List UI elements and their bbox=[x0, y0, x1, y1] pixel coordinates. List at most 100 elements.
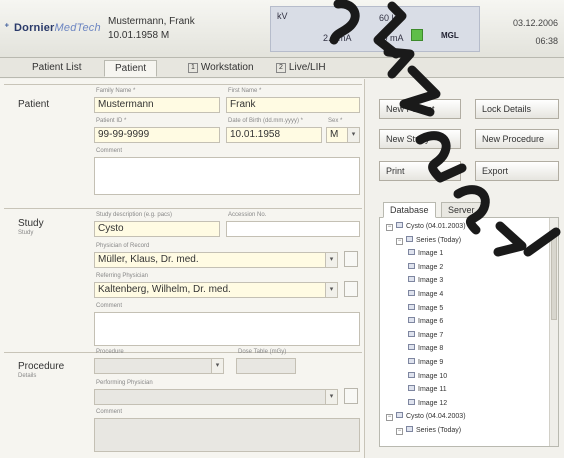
patient-comment-label: Comment bbox=[96, 148, 123, 154]
image-icon bbox=[408, 249, 415, 256]
tree-image-item[interactable]: Image 12 bbox=[408, 398, 447, 409]
referring-value: Kaltenberg, Wilhelm, Dr. med. bbox=[98, 284, 231, 295]
tree-study-item[interactable]: − Cysto (04.04.2003) bbox=[386, 412, 466, 422]
performing-physician-select[interactable]: ▾ bbox=[94, 389, 338, 405]
chevron-down-icon[interactable]: ▾ bbox=[325, 253, 337, 267]
dob-label: Date of Birth (dd.mm.yyyy) * bbox=[228, 118, 304, 124]
performing-physician-label: Performing Physician bbox=[96, 380, 153, 386]
study-description-field[interactable]: Cysto bbox=[94, 221, 220, 237]
folder-icon bbox=[396, 412, 403, 419]
dob-field[interactable]: 10.01.1958 bbox=[226, 127, 322, 143]
referring-label: Referring Physician bbox=[96, 273, 149, 279]
current-patient-card[interactable]: Mustermann, Frank 10.01.1958 M bbox=[108, 16, 268, 41]
study-tree[interactable]: − Cysto (04.01.2003) − Series (Today) Image … bbox=[379, 217, 559, 447]
tree-series-item[interactable]: − Series (Today) bbox=[396, 235, 462, 246]
chevron-down-icon[interactable]: ▾ bbox=[211, 359, 223, 373]
tree-item-label: Cysto (04.04.2003) bbox=[406, 413, 466, 421]
tree-item-label: Series (Today) bbox=[416, 236, 462, 244]
tree-image-item[interactable]: Image 2 bbox=[408, 262, 443, 273]
main-tabs: Patient List Patient 1 Workstation 2 Live/… bbox=[0, 58, 564, 78]
image-icon bbox=[408, 344, 415, 351]
tree-image-item[interactable]: Image 4 bbox=[408, 290, 443, 300]
collapse-toggle-icon[interactable]: − bbox=[386, 224, 393, 231]
actions-panel: New Patient Lock Details New Study New P… bbox=[364, 79, 564, 458]
new-study-button[interactable]: New Study bbox=[379, 129, 461, 149]
mode-indicator: MGL bbox=[441, 31, 459, 40]
tab-workstation[interactable]: 1 Workstation bbox=[178, 60, 264, 77]
family-name-field[interactable]: Mustermann bbox=[94, 97, 220, 113]
patient-comment-field[interactable] bbox=[94, 157, 360, 195]
procedure-section: Procedure Details Procedure ▾ Dose Table… bbox=[4, 349, 362, 456]
logo-suffix: MedTech bbox=[54, 22, 101, 34]
first-name-field[interactable]: Frank bbox=[226, 97, 360, 113]
tab-patient[interactable]: Patient bbox=[104, 60, 158, 77]
tree-item-label: Image 10 bbox=[418, 372, 448, 380]
tree-scrollbar[interactable] bbox=[549, 218, 558, 446]
image-icon bbox=[408, 290, 415, 296]
new-patient-button[interactable]: New Patient bbox=[379, 99, 461, 119]
tree-image-item[interactable]: Image 9 bbox=[408, 358, 443, 368]
tree-image-item[interactable]: Image 3 bbox=[408, 276, 443, 286]
patient-form: Patient Family Name * Mustermann First N… bbox=[0, 79, 364, 458]
image-icon bbox=[408, 330, 415, 337]
tab-live-lih[interactable]: 2 Live/LIH bbox=[266, 60, 336, 77]
physician-lookup-button[interactable] bbox=[344, 251, 358, 267]
tree-image-item[interactable]: Image 10 bbox=[408, 371, 448, 382]
tree-image-item[interactable]: Image 6 bbox=[408, 317, 443, 327]
tab-patient-list[interactable]: Patient List bbox=[22, 60, 91, 77]
tree-image-item[interactable]: Image 11 bbox=[408, 385, 447, 395]
tab-database[interactable]: Database bbox=[383, 202, 436, 218]
sex-select[interactable]: M ▾ bbox=[326, 127, 360, 143]
patient-section-title: Patient bbox=[18, 99, 50, 110]
tree-image-item[interactable]: Image 1 bbox=[408, 249, 443, 259]
tree-series-item[interactable]: − Series (Today) bbox=[396, 426, 461, 436]
referring-select[interactable]: Kaltenberg, Wilhelm, Dr. med. ▾ bbox=[94, 282, 338, 298]
sex-label: Sex * bbox=[328, 118, 343, 124]
tree-image-item[interactable]: Image 7 bbox=[408, 330, 444, 341]
tree-study-item[interactable]: − Cysto (04.01.2003) bbox=[386, 222, 466, 232]
mas-readout: 4.0 mA bbox=[375, 33, 404, 43]
physician-select[interactable]: Müller, Klaus, Dr. med. ▾ bbox=[94, 252, 338, 268]
lock-details-button[interactable]: Lock Details bbox=[475, 99, 559, 119]
export-button[interactable]: Export bbox=[475, 161, 559, 181]
folder-icon bbox=[406, 235, 413, 242]
patient-id-field[interactable]: 99-99-9999 bbox=[94, 127, 220, 143]
dornier-logo-icon: ᐩ bbox=[4, 20, 10, 36]
accession-field[interactable] bbox=[226, 221, 360, 237]
study-comment-field[interactable] bbox=[94, 312, 360, 346]
scrollbar-thumb[interactable] bbox=[551, 230, 557, 320]
chevron-down-icon[interactable]: ▾ bbox=[325, 390, 337, 404]
logo-prefix: Dornier bbox=[14, 22, 55, 34]
performing-lookup-button[interactable] bbox=[344, 388, 358, 404]
family-name-label: Family Name * bbox=[96, 88, 136, 94]
print-button[interactable]: Print bbox=[379, 161, 461, 181]
study-comment-label: Comment bbox=[96, 303, 123, 309]
app-logo: DornierMedTech bbox=[14, 22, 101, 34]
app-header: ᐩ DornierMedTech Mustermann, Frank 10.01… bbox=[0, 0, 564, 58]
first-name-label: First Name * bbox=[228, 88, 262, 94]
collapse-toggle-icon[interactable]: − bbox=[396, 237, 403, 245]
physician-value: Müller, Klaus, Dr. med. bbox=[98, 254, 199, 265]
chevron-down-icon[interactable]: ▾ bbox=[347, 128, 359, 142]
tab-server[interactable]: Server bbox=[441, 202, 482, 218]
collapse-toggle-icon[interactable]: − bbox=[386, 414, 393, 422]
tree-item-label: Image 4 bbox=[418, 291, 444, 298]
procedure-section-subtitle: Details bbox=[18, 373, 37, 379]
image-icon bbox=[408, 371, 415, 378]
procedure-select[interactable]: ▾ bbox=[94, 358, 224, 374]
tree-image-item[interactable]: Image 8 bbox=[408, 344, 443, 354]
collapse-toggle-icon[interactable]: − bbox=[396, 428, 403, 435]
tree-item-label: Image 6 bbox=[418, 318, 444, 326]
tree-image-item[interactable]: Image 5 bbox=[408, 303, 443, 314]
tree-item-label: Image 7 bbox=[418, 331, 444, 339]
dose-label: Dose Table (mGy) bbox=[238, 349, 287, 355]
referring-lookup-button[interactable] bbox=[344, 281, 358, 297]
image-icon bbox=[408, 358, 415, 364]
procedure-comment-field[interactable] bbox=[94, 418, 360, 452]
new-procedure-button[interactable]: New Procedure bbox=[475, 129, 559, 149]
image-icon bbox=[408, 276, 415, 283]
chevron-down-icon[interactable]: ▾ bbox=[325, 283, 337, 297]
clock: 03.12.2006 06:38 bbox=[513, 14, 558, 50]
tree-item-label: Image 1 bbox=[418, 250, 444, 258]
dose-field[interactable] bbox=[236, 358, 296, 374]
